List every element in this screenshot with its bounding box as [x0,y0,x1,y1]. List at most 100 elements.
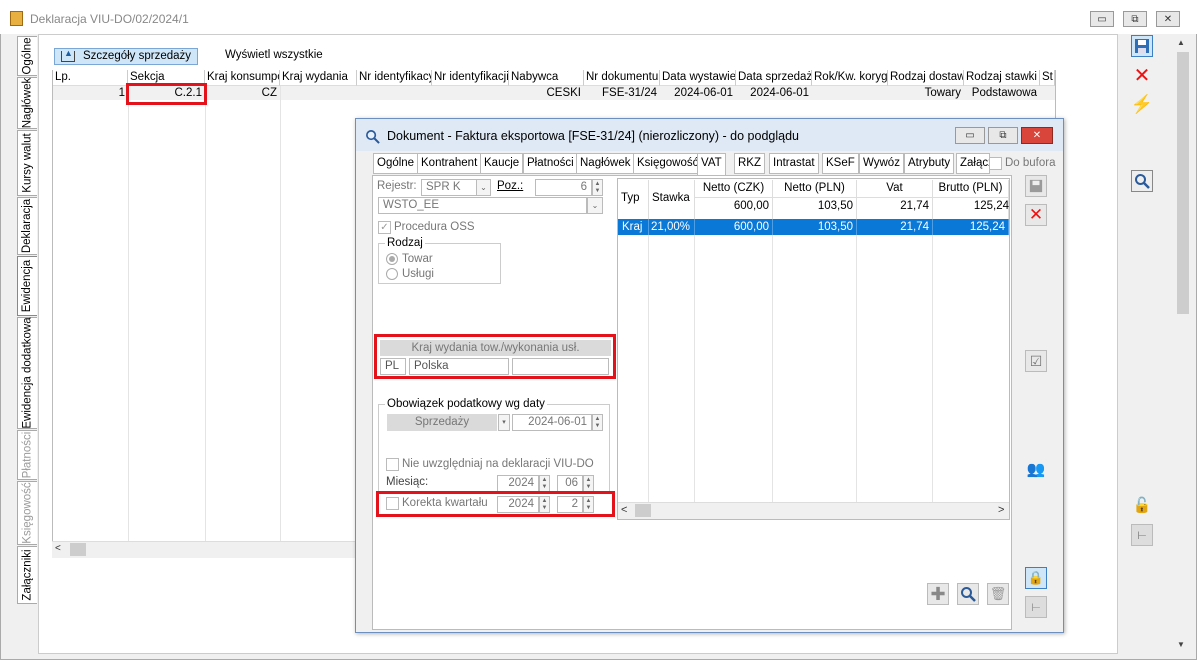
cell-data-wystawienia[interactable]: 2024-06-01 [660,86,736,100]
vertical-scroll-thumb[interactable] [1177,52,1189,314]
column-header[interactable]: Data sprzedaż [736,70,812,86]
column-header[interactable]: Rodzaj stawki [964,70,1040,86]
column-header[interactable]: Rodzaj dostaw [888,70,964,86]
trash-icon[interactable]: 🗑 [987,583,1009,605]
side-tab-kursy-walut[interactable]: Kursy walut [17,130,37,196]
cell-rok-kw[interactable] [812,86,888,100]
chevron-down-icon[interactable]: ▾ [498,414,510,431]
scroll-up-icon[interactable]: ▲ [1177,38,1185,47]
miesiac-year-field[interactable]: 2024 [497,475,539,492]
add-icon[interactable]: ✚ [927,583,949,605]
tab-intrastat[interactable]: Intrastat [769,153,819,174]
side-tab-deklaracja[interactable]: Deklaracja [17,197,37,255]
column-header[interactable]: Rok/Kw. koryg [812,70,888,86]
cell-nr-dokumentu[interactable]: FSE-31/24 [584,86,660,100]
tab-zalaczniki[interactable]: Załącz [956,153,990,174]
column-header[interactable]: Nr identyfikacji [432,70,509,86]
vat-row-brutto[interactable]: 125,24 [933,219,1009,235]
scroll-thumb[interactable] [70,543,86,556]
vat-row-typ[interactable]: Kraj [618,219,649,235]
poz-stepper[interactable]: ▲ ▼ [592,179,603,196]
pin-icon[interactable]: ⊢ [1025,596,1047,618]
cell-nr-ident2[interactable] [432,86,509,100]
vat-row-stawka[interactable]: 21,00% [649,219,695,235]
towar-radio[interactable] [386,253,398,265]
dialog-cancel-icon[interactable]: ✕ [1025,204,1047,226]
column-header[interactable]: Nr dokumentu [584,70,660,86]
column-header[interactable]: Nabywca [509,70,584,86]
lightning-icon[interactable]: ⚡ [1131,93,1153,115]
tab-atrybuty[interactable]: Atrybuty [904,153,955,174]
tab-ogolne[interactable]: Ogólne [373,153,419,174]
side-tab-naglowek[interactable]: Nagłówek [17,77,37,129]
column-header[interactable]: St [1040,70,1055,86]
sales-details-button[interactable]: Szczegóły sprzedaży [54,46,198,65]
side-tab-ksiegowosc[interactable]: Księgowość [17,481,37,545]
tab-naglowek[interactable]: Nagłówek [576,153,635,174]
column-header[interactable]: Data wystawie [660,70,736,86]
tab-ksef[interactable]: KSeF [822,153,859,174]
side-tab-ogolne[interactable]: Ogólne [17,36,37,76]
obowiazek-type-select[interactable]: Sprzedaży [387,414,497,431]
column-header[interactable]: Lp. [53,70,128,86]
column-header[interactable]: Kraj konsumpc [205,70,280,86]
obowiazek-date-field[interactable]: 2024-06-01 [512,414,592,431]
poz-field[interactable]: 6 [535,179,592,196]
cell-rodzaj-dostawy[interactable]: Towary [888,86,964,100]
register-name-field[interactable]: WSTO_EE [378,197,587,214]
grid-horizontal-scrollbar[interactable] [52,541,362,558]
chevron-down-icon[interactable]: ⌄ [476,179,491,196]
column-header[interactable]: Kraj wydania [280,70,357,86]
cell-nr-ident[interactable] [357,86,432,100]
tab-vat[interactable]: VAT [697,153,726,175]
dialog-close-button[interactable]: ✕ [1021,127,1053,144]
search-icon[interactable] [957,583,979,605]
close-button[interactable]: ✕ [1156,11,1180,27]
procedura-oss-checkbox[interactable]: ✓ [378,221,391,234]
scroll-right-icon[interactable]: > [998,504,1004,516]
lock-icon[interactable]: 🔒 [1025,567,1047,589]
nie-uwzgledniaj-checkbox[interactable] [386,458,399,471]
scroll-thumb[interactable] [635,504,651,517]
cell-kraj-konsumpcji[interactable]: CZ [205,86,280,100]
column-header[interactable]: Nr identyfikacy [357,70,432,86]
scroll-down-icon[interactable]: ▼ [1177,640,1185,649]
tab-platnosci[interactable]: Płatności [523,153,578,174]
side-tab-platnosci[interactable]: Płatności [17,430,37,480]
miesiac-month-field[interactable]: 06 [557,475,583,492]
chevron-down-icon[interactable]: ⌄ [587,197,603,214]
tab-wywoz[interactable]: Wywóz [859,153,904,174]
cell-lp[interactable]: 1 [53,86,128,100]
side-tab-ewidencja-dodatkowa[interactable]: Ewidencja dodatkowa [17,317,37,429]
preview-search-icon[interactable] [1131,170,1153,192]
miesiac-year-stepper[interactable]: ▲ ▼ [539,475,550,492]
dialog-minimize-button[interactable]: ▭ [955,127,985,144]
cell-nabywca[interactable]: CESKI [509,86,584,100]
uslugi-radio[interactable] [386,268,398,280]
vat-row-netto-czk[interactable]: 600,00 [695,219,773,235]
cancel-icon[interactable]: ✕ [1131,64,1153,87]
minimize-button[interactable]: ▭ [1090,11,1114,27]
scroll-left-icon[interactable]: < [621,504,627,516]
dialog-save-icon[interactable] [1025,175,1047,197]
do-bufora-checkbox[interactable] [989,157,1002,170]
pin-icon[interactable]: ⊢ [1131,524,1153,546]
vat-col-typ[interactable]: Typ [618,180,649,220]
vat-horizontal-scrollbar[interactable] [618,502,1009,519]
vat-row-netto-pln[interactable]: 103,50 [773,219,857,235]
cell-kraj-wydania[interactable] [280,86,357,100]
cell-st[interactable] [1040,86,1055,100]
restore-button[interactable]: ⧉ [1123,11,1147,27]
cell-data-sprzedazy[interactable]: 2024-06-01 [736,86,812,100]
checklist-icon[interactable]: ☑ [1025,350,1047,372]
side-tab-zalaczniki[interactable]: Załączniki [17,546,37,604]
scroll-left-icon[interactable]: < [55,543,61,554]
vat-row-vat[interactable]: 21,74 [857,219,933,235]
rejestr-select[interactable]: SPR K [421,179,477,196]
cell-rodzaj-stawki[interactable]: Podstawowa [964,86,1040,100]
show-all-button[interactable]: Wyświetl wszystkie [225,49,323,61]
tab-kaucje[interactable]: Kaucje [480,153,524,174]
save-icon[interactable] [1131,35,1153,57]
tab-ksiegowosc[interactable]: Księgowość [633,153,703,174]
side-tab-ewidencja[interactable]: Ewidencja [17,256,37,316]
